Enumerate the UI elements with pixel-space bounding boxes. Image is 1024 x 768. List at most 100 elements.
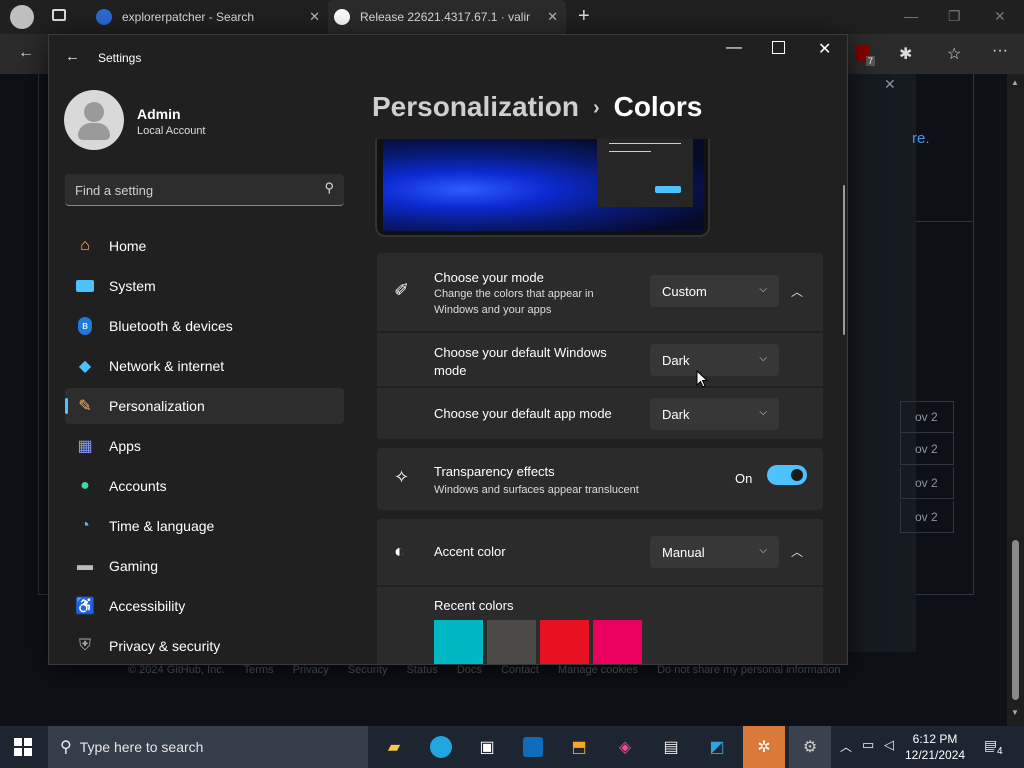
close-tab-icon[interactable]: ✕	[547, 9, 558, 25]
footer-link[interactable]: Manage cookies	[558, 664, 638, 676]
windows-mode-value: Dark	[662, 352, 690, 368]
app-icon[interactable]: ◩	[702, 732, 732, 762]
maximize-button[interactable]	[772, 41, 785, 54]
nav-item-gaming[interactable]: ▬ Gaming	[65, 548, 344, 584]
color-swatch[interactable]	[540, 620, 589, 664]
footer-link[interactable]: Docs	[457, 664, 482, 676]
edge-icon[interactable]	[426, 732, 456, 762]
more-menu-icon[interactable]: ···	[992, 42, 1008, 60]
nav-label: Home	[109, 238, 147, 254]
app-icon[interactable]: ◈	[610, 732, 640, 762]
nav-item-network[interactable]: ◆ Network & internet	[65, 348, 344, 384]
windows-mode-dropdown[interactable]: Dark ⌵	[650, 344, 779, 376]
brush-icon: ✐	[394, 280, 410, 300]
back-arrow-icon[interactable]: ←	[18, 44, 34, 62]
chevron-up-icon[interactable]: ︿	[791, 543, 803, 560]
nav-item-apps[interactable]: ▦ Apps	[65, 428, 344, 464]
mode-dropdown[interactable]: Custom ⌵	[650, 275, 779, 307]
color-swatch[interactable]	[593, 620, 642, 664]
nav-item-personalization[interactable]: ✎ Personalization	[65, 388, 344, 424]
clock-time: 6:12 PM	[912, 732, 958, 746]
app-title: Settings	[98, 51, 142, 65]
color-swatch[interactable]	[434, 620, 483, 664]
close-tab-icon[interactable]: ✕	[309, 9, 320, 25]
browser-minimize-button[interactable]: —	[904, 8, 918, 24]
browser-close-button[interactable]: ✕	[994, 8, 1006, 25]
windows-mode-setting: Choose your default Windows mode Dark ⌵	[377, 333, 823, 386]
settings-taskbar-icon[interactable]: ⚙	[789, 726, 831, 768]
browser-restore-button[interactable]: ❐	[948, 8, 961, 25]
scrollbar-thumb[interactable]	[1012, 540, 1019, 700]
scroll-up-arrow[interactable]: ▲	[1011, 78, 1019, 87]
file-explorer-icon[interactable]: ▰	[379, 732, 409, 762]
mouse-cursor-icon	[696, 370, 708, 388]
taskbar-clock[interactable]: 6:12 PM 12/21/2024	[905, 731, 965, 763]
tab-search[interactable]: explorerpatcher - Search ✕	[96, 0, 328, 34]
app-icon[interactable]: ✲	[743, 726, 785, 768]
display-icon	[75, 276, 95, 296]
settings-search[interactable]: ⚲	[65, 174, 344, 206]
controller-icon: ▬	[77, 557, 93, 574]
nav-item-system[interactable]: System	[65, 268, 344, 304]
footer-link[interactable]: Security	[348, 664, 388, 676]
nav-label: Privacy & security	[109, 638, 221, 654]
color-swatch[interactable]	[487, 620, 536, 664]
browser-scrollbar[interactable]: ▲ ▼	[1007, 74, 1024, 726]
readme-link[interactable]: re.	[912, 130, 930, 147]
nav-item-accessibility[interactable]: ♿ Accessibility	[65, 588, 344, 624]
nav-item-home[interactable]: ⌂ Home	[65, 228, 344, 264]
favorites-icon[interactable]: ☆	[947, 44, 961, 64]
search-icon: ⚲	[324, 180, 334, 195]
tab-actions-icon[interactable]	[52, 9, 66, 21]
footer-link[interactable]: Privacy	[293, 664, 329, 676]
store-icon[interactable]: ▣	[472, 732, 502, 762]
profile-avatar[interactable]	[10, 5, 34, 29]
close-button[interactable]: ✕	[818, 39, 831, 59]
scroll-down-arrow[interactable]: ▼	[1011, 708, 1019, 717]
outlook-icon[interactable]	[518, 732, 548, 762]
browser-tab-bar: explorerpatcher - Search ✕ Release 22621…	[0, 0, 1024, 34]
breadcrumb-separator: ›	[592, 97, 600, 120]
modal-close-icon[interactable]: ✕	[884, 76, 896, 93]
notepad-icon[interactable]: ▤	[656, 732, 686, 762]
breadcrumb-parent[interactable]: Personalization	[372, 91, 579, 122]
settings-scrollbar[interactable]	[843, 185, 845, 335]
settings-titlebar: ← Settings — ✕	[49, 35, 847, 81]
footer-link[interactable]: Status	[407, 664, 438, 676]
chevron-up-icon[interactable]: ︿	[791, 283, 803, 300]
new-tab-button[interactable]: +	[578, 5, 590, 28]
accent-dropdown[interactable]: Manual ⌵	[650, 536, 779, 568]
footer-link[interactable]: Terms	[244, 664, 274, 676]
home-icon: ⌂	[80, 237, 90, 254]
network-icon[interactable]: ▭	[862, 737, 874, 753]
transparency-state: On	[735, 471, 753, 486]
back-arrow-icon[interactable]: ←	[65, 48, 80, 65]
footer-link[interactable]: Do not share my personal information	[657, 664, 840, 676]
tab-release[interactable]: Release 22621.4317.67.1 · valinet/ ✕	[328, 0, 566, 34]
accent-color-setting: ◐ Accent color Manual ⌵ ︿	[377, 519, 823, 585]
breadcrumb: Personalization › Colors	[372, 91, 702, 123]
mode-subtitle-line2: Windows and your apps	[434, 304, 552, 316]
nav-item-accounts[interactable]: ● Accounts	[65, 468, 344, 504]
extensions-icon[interactable]: ✱	[899, 44, 912, 64]
nav-label: Accounts	[109, 478, 167, 494]
start-button[interactable]	[14, 738, 32, 756]
volume-muted-icon[interactable]: ◁	[884, 737, 894, 753]
github-modal: ✕ re.	[846, 74, 930, 652]
github-footer: © 2024 GitHub, Inc. Terms Privacy Securi…	[128, 664, 857, 676]
taskbar: ⚲ Type here to search ▰ ▣ ⬒ ◈ ▤ ◩ ✲ ⚙ ︿ …	[0, 726, 1024, 768]
app-mode-setting: Choose your default app mode Dark ⌵	[377, 388, 823, 439]
app-icon[interactable]: ⬒	[564, 732, 594, 762]
transparency-toggle[interactable]	[767, 465, 807, 485]
nav-item-bluetooth[interactable]: ʙ Bluetooth & devices	[65, 308, 344, 344]
nav-item-time-language[interactable]: ◔ Time & language	[65, 508, 344, 544]
search-input[interactable]	[65, 174, 317, 206]
app-mode-dropdown[interactable]: Dark ⌵	[650, 398, 779, 430]
footer-link[interactable]: Contact	[501, 664, 539, 676]
chevron-up-icon[interactable]: ︿	[840, 738, 852, 755]
taskbar-search[interactable]: ⚲ Type here to search	[48, 726, 368, 768]
minimize-button[interactable]: —	[726, 39, 742, 57]
apps-icon: ▦	[77, 438, 93, 455]
mode-subtitle-line1: Change the colors that appear in	[434, 288, 594, 300]
nav-item-privacy[interactable]: ⛨ Privacy & security	[65, 628, 344, 664]
